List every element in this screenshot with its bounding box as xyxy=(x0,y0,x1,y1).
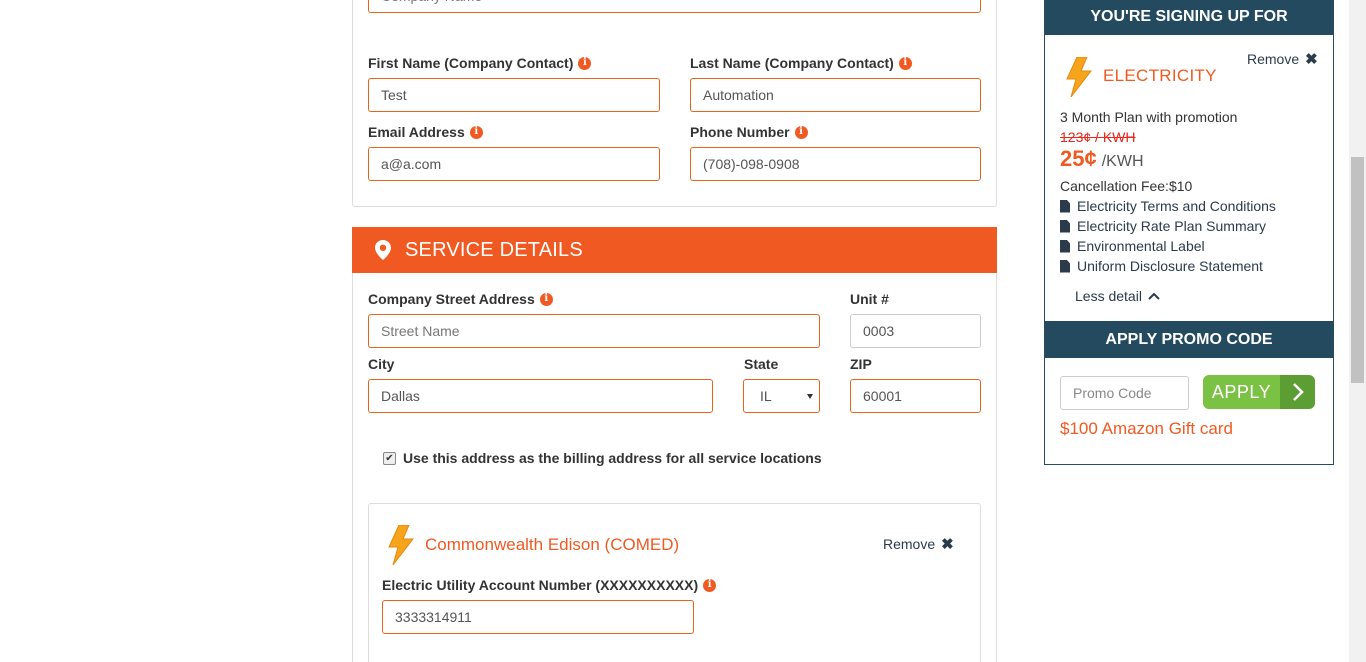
apply-button[interactable]: APPLY xyxy=(1203,375,1315,409)
checkmark-icon: ✔ xyxy=(385,453,394,464)
file-icon xyxy=(1060,199,1070,213)
signup-summary-header: YOU'RE SIGNING UP FOR xyxy=(1045,0,1333,35)
utility-name: Commonwealth Edison (COMED) xyxy=(425,535,680,554)
promo-code-input[interactable] xyxy=(1060,376,1189,410)
less-detail-toggle[interactable]: Less detail xyxy=(1075,288,1160,304)
close-icon: ✖ xyxy=(941,536,954,553)
old-price: 123¢ / KWH xyxy=(1060,129,1136,145)
last-name-label: Last Name (Company Contact) i xyxy=(690,55,912,71)
plan-name: 3 Month Plan with promotion xyxy=(1060,109,1238,125)
first-name-input[interactable] xyxy=(368,78,660,112)
zip-label: ZIP xyxy=(850,356,872,372)
doc-link[interactable]: Electricity Terms and Conditions xyxy=(1060,198,1276,214)
city-input[interactable] xyxy=(368,379,713,413)
info-icon[interactable]: i xyxy=(539,292,553,306)
remove-label: Remove xyxy=(1247,51,1300,67)
zip-input[interactable] xyxy=(850,379,981,413)
lightning-icon xyxy=(387,524,415,570)
map-pin-icon xyxy=(372,239,394,261)
email-input[interactable] xyxy=(368,147,660,181)
doc-link[interactable]: Uniform Disclosure Statement xyxy=(1060,258,1263,274)
apply-label: APPLY xyxy=(1203,375,1280,409)
product-title: ELECTRICITY xyxy=(1103,66,1217,85)
account-number-input[interactable] xyxy=(382,600,694,634)
gift-card-text: $100 Amazon Gift card xyxy=(1060,419,1233,438)
promo-header: APPLY PROMO CODE xyxy=(1045,321,1333,358)
plan-remove-button[interactable]: Remove ✖ xyxy=(1247,50,1318,68)
chevron-up-icon xyxy=(1148,292,1160,300)
phone-label: Phone Number i xyxy=(690,124,808,140)
doc-link[interactable]: Electricity Rate Plan Summary xyxy=(1060,218,1266,234)
unit-label: Unit # xyxy=(850,291,889,307)
billing-checkbox-label: Use this address as the billing address … xyxy=(403,450,822,466)
service-details-title: SERVICE DETAILS xyxy=(405,238,583,261)
price-value: 25¢ xyxy=(1060,146,1097,171)
state-select[interactable]: IL xyxy=(743,379,820,413)
price-unit: /KWH xyxy=(1101,153,1144,170)
street-input[interactable] xyxy=(368,314,820,348)
email-label: Email Address i xyxy=(368,124,483,140)
less-detail-label: Less detail xyxy=(1075,288,1142,304)
city-label: City xyxy=(368,356,395,372)
unit-input[interactable] xyxy=(850,314,981,348)
chevron-right-icon xyxy=(1280,375,1315,409)
close-icon: ✖ xyxy=(1305,51,1318,68)
info-icon[interactable]: i xyxy=(469,125,483,139)
first-name-label: First Name (Company Contact) i xyxy=(368,55,592,71)
price: 25¢ /KWH xyxy=(1060,146,1144,172)
scrollbar-thumb[interactable] xyxy=(1351,157,1364,383)
street-label: Company Street Address i xyxy=(368,291,553,307)
cancellation-fee: Cancellation Fee:$10 xyxy=(1060,178,1193,194)
state-value: IL xyxy=(760,388,772,404)
file-icon xyxy=(1060,239,1070,253)
state-label: State xyxy=(744,356,779,372)
utility-remove-button[interactable]: Remove ✖ xyxy=(883,535,954,553)
remove-label: Remove xyxy=(883,536,936,552)
doc-link[interactable]: Environmental Label xyxy=(1060,238,1205,254)
billing-checkbox[interactable]: ✔ xyxy=(383,452,396,465)
account-number-label: Electric Utility Account Number (XXXXXXX… xyxy=(382,577,717,593)
caret-down-icon xyxy=(807,394,813,399)
info-icon[interactable]: i xyxy=(703,578,717,592)
lightning-icon xyxy=(1066,56,1093,102)
file-icon xyxy=(1060,219,1070,233)
service-details-header: SERVICE DETAILS xyxy=(352,227,997,273)
info-icon[interactable]: i xyxy=(794,125,808,139)
last-name-input[interactable] xyxy=(690,78,981,112)
company-name-input[interactable] xyxy=(368,0,981,13)
info-icon[interactable]: i xyxy=(898,56,912,70)
file-icon xyxy=(1060,259,1070,273)
info-icon[interactable]: i xyxy=(578,56,592,70)
phone-input[interactable] xyxy=(690,147,981,181)
